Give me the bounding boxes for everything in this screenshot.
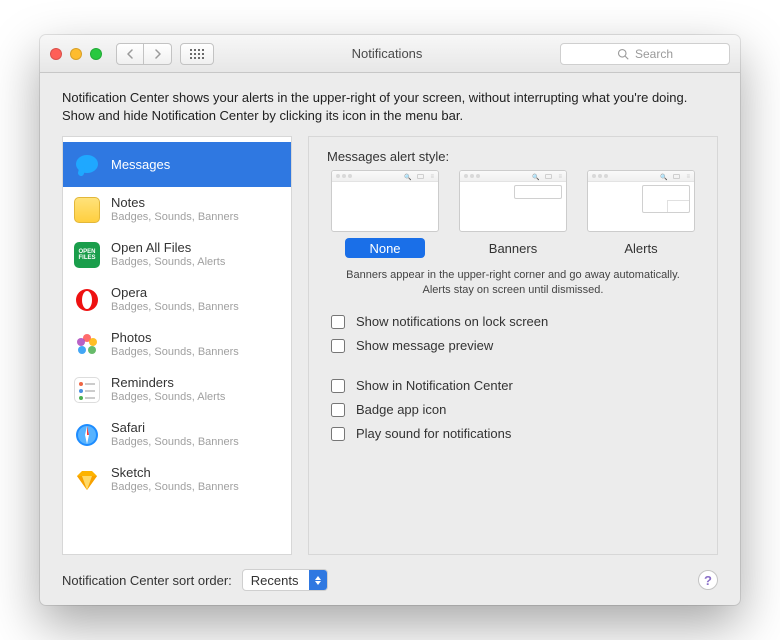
check-in-center-label: Show in Notification Center — [356, 378, 513, 393]
opera-icon — [73, 286, 101, 314]
check-badge[interactable]: Badge app icon — [327, 400, 699, 420]
nav-buttons — [116, 43, 172, 65]
window-controls — [50, 48, 102, 60]
close-window-button[interactable] — [50, 48, 62, 60]
alert-style-banners-label: Banners — [473, 238, 553, 258]
alert-style-alerts-label: Alerts — [601, 238, 681, 258]
app-list[interactable]: Mail Badges, Sounds, Banners Messages — [62, 136, 292, 555]
app-meta: Badges, Sounds, Banners — [111, 436, 239, 449]
alert-style-heading: Messages alert style: — [327, 149, 699, 164]
app-name: Safari — [111, 421, 239, 436]
app-name: Reminders — [111, 376, 225, 391]
check-sound[interactable]: Play sound for notifications — [327, 424, 699, 444]
alert-style-banners[interactable]: 🔍≡ Banners — [455, 170, 571, 258]
show-all-button[interactable] — [180, 43, 214, 65]
preferences-window: Notifications Search Notification Center… — [40, 35, 740, 605]
titlebar: Notifications Search — [40, 35, 740, 73]
sketch-icon — [73, 466, 101, 494]
back-button[interactable] — [116, 43, 144, 65]
sort-order-select[interactable]: Recents — [242, 569, 328, 591]
sort-order-label: Notification Center sort order: — [62, 573, 232, 588]
window-title: Notifications — [222, 46, 552, 61]
stepper-arrows-icon — [309, 570, 327, 590]
check-lock-screen-label: Show notifications on lock screen — [356, 314, 548, 329]
description-text: Notification Center shows your alerts in… — [62, 89, 718, 124]
app-row-messages[interactable]: Messages — [63, 142, 291, 187]
app-row-photos[interactable]: Photos Badges, Sounds, Banners — [63, 322, 291, 367]
check-sound-label: Play sound for notifications — [356, 426, 511, 441]
options-group: Show notifications on lock screen Show m… — [327, 312, 699, 444]
help-icon: ? — [704, 573, 712, 588]
app-meta: Badges, Sounds, Banners — [111, 301, 239, 314]
content: Notification Center shows your alerts in… — [40, 73, 740, 605]
alert-style-none-label: None — [345, 238, 425, 258]
check-message-preview-label: Show message preview — [356, 338, 493, 353]
search-placeholder: Search — [635, 47, 673, 61]
app-name: Sketch — [111, 466, 239, 481]
chevron-left-icon — [126, 49, 134, 59]
alert-style-none-preview: 🔍≡ — [331, 170, 439, 232]
app-name: Notes — [111, 196, 239, 211]
app-meta: Badges, Sounds, Banners — [111, 481, 239, 494]
check-lock-screen[interactable]: Show notifications on lock screen — [327, 312, 699, 332]
check-sound-box[interactable] — [331, 427, 345, 441]
app-row-reminders[interactable]: Reminders Badges, Sounds, Alerts — [63, 367, 291, 412]
reminders-icon — [73, 376, 101, 404]
app-name: Open All Files — [111, 241, 225, 256]
sort-order-value: Recents — [243, 573, 309, 588]
alert-style-alerts[interactable]: 🔍≡ Alerts — [583, 170, 699, 258]
grid-icon — [190, 49, 204, 59]
alert-style-picker: 🔍≡ None 🔍≡ Banners — [327, 170, 699, 258]
check-message-preview-box[interactable] — [331, 339, 345, 353]
chevron-right-icon — [154, 49, 162, 59]
app-meta: Badges, Sounds, Banners — [111, 211, 239, 224]
messages-icon — [73, 151, 101, 179]
search-input[interactable]: Search — [560, 43, 730, 65]
safari-icon — [73, 421, 101, 449]
check-message-preview[interactable]: Show message preview — [327, 336, 699, 356]
app-name: Messages — [111, 158, 170, 173]
alert-style-explanation: Banners appear in the upper-right corner… — [337, 268, 689, 298]
app-row-sketch[interactable]: Sketch Badges, Sounds, Banners — [63, 457, 291, 502]
panes: Mail Badges, Sounds, Banners Messages — [62, 136, 718, 555]
open-all-files-icon: OPENFILES — [73, 241, 101, 269]
notes-icon — [73, 196, 101, 224]
minimize-window-button[interactable] — [70, 48, 82, 60]
check-in-center[interactable]: Show in Notification Center — [327, 376, 699, 396]
app-row-safari[interactable]: Safari Badges, Sounds, Banners — [63, 412, 291, 457]
app-name: Opera — [111, 286, 239, 301]
alert-style-alerts-preview: 🔍≡ — [587, 170, 695, 232]
app-name: Photos — [111, 331, 239, 346]
help-button[interactable]: ? — [698, 570, 718, 590]
app-row-open-all-files[interactable]: OPENFILES Open All Files Badges, Sounds,… — [63, 232, 291, 277]
app-meta: Badges, Sounds, Alerts — [111, 256, 225, 269]
alert-style-none[interactable]: 🔍≡ None — [327, 170, 443, 258]
photos-icon — [73, 331, 101, 359]
app-row-opera[interactable]: Opera Badges, Sounds, Banners — [63, 277, 291, 322]
app-meta: Badges, Sounds, Banners — [111, 346, 239, 359]
forward-button[interactable] — [144, 43, 172, 65]
check-badge-label: Badge app icon — [356, 402, 446, 417]
alert-style-banners-preview: 🔍≡ — [459, 170, 567, 232]
app-row-notes[interactable]: Notes Badges, Sounds, Banners — [63, 187, 291, 232]
check-lock-screen-box[interactable] — [331, 315, 345, 329]
check-in-center-box[interactable] — [331, 379, 345, 393]
zoom-window-button[interactable] — [90, 48, 102, 60]
check-badge-box[interactable] — [331, 403, 345, 417]
app-meta: Badges, Sounds, Alerts — [111, 391, 225, 404]
detail-pane: Messages alert style: 🔍≡ None 🔍≡ — [308, 136, 718, 555]
search-icon — [617, 48, 629, 60]
footer: Notification Center sort order: Recents … — [62, 555, 718, 591]
